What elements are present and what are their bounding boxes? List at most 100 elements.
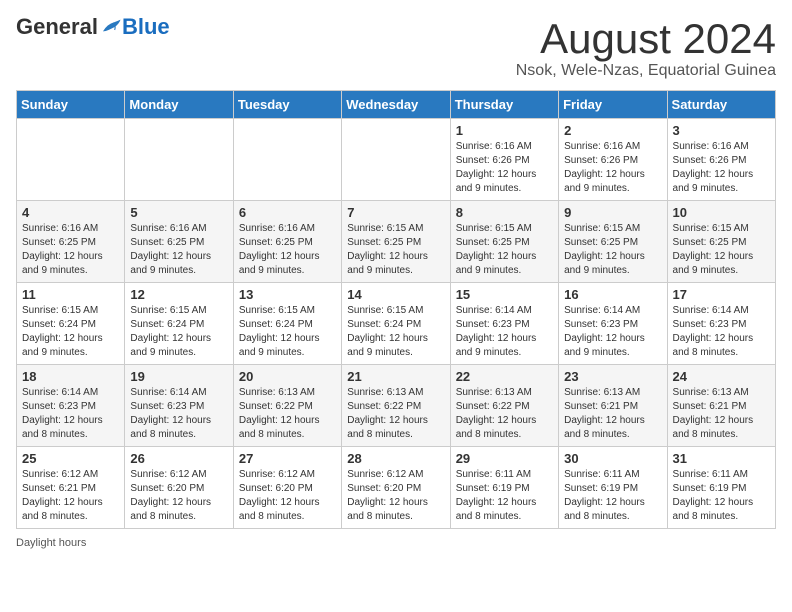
day-info: Sunrise: 6:16 AM Sunset: 6:25 PM Dayligh… [22, 222, 119, 278]
calendar-cell: 2 Sunrise: 6:16 AM Sunset: 6:26 PM Daylig… [559, 119, 667, 201]
day-number: 11 [22, 287, 119, 302]
day-number: 5 [130, 205, 227, 220]
day-number: 3 [673, 123, 770, 138]
calendar-cell: 14 Sunrise: 6:15 AM Sunset: 6:24 PM Dayli… [342, 283, 450, 365]
calendar-cell: 24Sunrise: 6:13 AM Sunset: 6:21 PM Dayli… [667, 365, 775, 447]
day-number: 14 [347, 287, 444, 302]
calendar-cell: 10Sunrise: 6:15 AM Sunset: 6:25 PM Dayli… [667, 201, 775, 283]
day-number: 10 [673, 205, 770, 220]
day-number: 19 [130, 369, 227, 384]
footer-note: Daylight hours [16, 537, 776, 549]
day-number: 28 [347, 451, 444, 466]
day-number: 31 [673, 451, 770, 466]
day-number: 29 [456, 451, 553, 466]
day-info: Sunrise: 6:12 AM Sunset: 6:20 PM Dayligh… [347, 468, 444, 524]
calendar-cell: 6 Sunrise: 6:16 AM Sunset: 6:25 PM Daylig… [233, 201, 341, 283]
day-info: Sunrise: 6:15 AM Sunset: 6:25 PM Dayligh… [456, 222, 553, 278]
calendar-cell [342, 119, 450, 201]
day-info: Sunrise: 6:15 AM Sunset: 6:25 PM Dayligh… [347, 222, 444, 278]
calendar-cell: 11 Sunrise: 6:15 AM Sunset: 6:24 PM Dayli… [17, 283, 125, 365]
week-row-3: 11 Sunrise: 6:15 AM Sunset: 6:24 PM Dayli… [17, 283, 776, 365]
calendar-cell: 17 Sunrise: 6:14 AM Sunset: 6:23 PM Dayli… [667, 283, 775, 365]
calendar-cell: 5 Sunrise: 6:16 AM Sunset: 6:25 PM Daylig… [125, 201, 233, 283]
title-section: August 2024 Nsok, Wele-Nzas, Equatorial … [516, 16, 776, 80]
day-number: 7 [347, 205, 444, 220]
day-info: Sunrise: 6:12 AM Sunset: 6:20 PM Dayligh… [130, 468, 227, 524]
day-number: 6 [239, 205, 336, 220]
day-number: 25 [22, 451, 119, 466]
calendar-cell: 3 Sunrise: 6:16 AM Sunset: 6:26 PM Daylig… [667, 119, 775, 201]
day-info: Sunrise: 6:16 AM Sunset: 6:26 PM Dayligh… [564, 140, 661, 196]
calendar-cell: 30Sunrise: 6:11 AM Sunset: 6:19 PM Dayli… [559, 447, 667, 529]
day-info: Sunrise: 6:14 AM Sunset: 6:23 PM Dayligh… [22, 386, 119, 442]
calendar-cell: 13 Sunrise: 6:15 AM Sunset: 6:24 PM Dayli… [233, 283, 341, 365]
calendar-cell: 23Sunrise: 6:13 AM Sunset: 6:21 PM Dayli… [559, 365, 667, 447]
week-row-2: 4 Sunrise: 6:16 AM Sunset: 6:25 PM Daylig… [17, 201, 776, 283]
weekday-header-monday: Monday [125, 91, 233, 119]
day-info: Sunrise: 6:15 AM Sunset: 6:24 PM Dayligh… [239, 304, 336, 360]
calendar-cell: 25 Sunrise: 6:12 AM Sunset: 6:21 PM Dayli… [17, 447, 125, 529]
calendar-cell: 19Sunrise: 6:14 AM Sunset: 6:23 PM Dayli… [125, 365, 233, 447]
day-number: 21 [347, 369, 444, 384]
calendar-cell [233, 119, 341, 201]
day-number: 24 [673, 369, 770, 384]
page-title: August 2024 [516, 16, 776, 62]
header: General Blue August 2024 Nsok, Wele-Nzas… [16, 16, 776, 80]
week-row-5: 25 Sunrise: 6:12 AM Sunset: 6:21 PM Dayli… [17, 447, 776, 529]
day-info: Sunrise: 6:14 AM Sunset: 6:23 PM Dayligh… [456, 304, 553, 360]
day-number: 27 [239, 451, 336, 466]
calendar-cell [17, 119, 125, 201]
day-number: 9 [564, 205, 661, 220]
day-info: Sunrise: 6:13 AM Sunset: 6:22 PM Dayligh… [347, 386, 444, 442]
calendar-cell: 8 Sunrise: 6:15 AM Sunset: 6:25 PM Daylig… [450, 201, 558, 283]
logo: General Blue [16, 16, 170, 38]
calendar-cell: 9 Sunrise: 6:15 AM Sunset: 6:25 PM Daylig… [559, 201, 667, 283]
day-info: Sunrise: 6:14 AM Sunset: 6:23 PM Dayligh… [673, 304, 770, 360]
day-info: Sunrise: 6:14 AM Sunset: 6:23 PM Dayligh… [564, 304, 661, 360]
calendar-cell: 20Sunrise: 6:13 AM Sunset: 6:22 PM Dayli… [233, 365, 341, 447]
weekday-header-row: SundayMondayTuesdayWednesdayThursdayFrid… [17, 91, 776, 119]
calendar-cell: 28 Sunrise: 6:12 AM Sunset: 6:20 PM Dayli… [342, 447, 450, 529]
day-number: 15 [456, 287, 553, 302]
day-info: Sunrise: 6:15 AM Sunset: 6:24 PM Dayligh… [22, 304, 119, 360]
calendar-cell: 21 Sunrise: 6:13 AM Sunset: 6:22 PM Dayli… [342, 365, 450, 447]
calendar-cell [125, 119, 233, 201]
day-info: Sunrise: 6:11 AM Sunset: 6:19 PM Dayligh… [673, 468, 770, 524]
calendar-table: SundayMondayTuesdayWednesdayThursdayFrid… [16, 90, 776, 529]
weekday-header-friday: Friday [559, 91, 667, 119]
day-number: 8 [456, 205, 553, 220]
day-number: 13 [239, 287, 336, 302]
calendar-cell: 1Sunrise: 6:16 AM Sunset: 6:26 PM Daylig… [450, 119, 558, 201]
calendar-cell: 15 Sunrise: 6:14 AM Sunset: 6:23 PM Dayli… [450, 283, 558, 365]
day-info: Sunrise: 6:11 AM Sunset: 6:19 PM Dayligh… [456, 468, 553, 524]
weekday-header-thursday: Thursday [450, 91, 558, 119]
calendar-cell: 16Sunrise: 6:14 AM Sunset: 6:23 PM Dayli… [559, 283, 667, 365]
day-info: Sunrise: 6:15 AM Sunset: 6:25 PM Dayligh… [564, 222, 661, 278]
day-number: 2 [564, 123, 661, 138]
calendar-cell: 4 Sunrise: 6:16 AM Sunset: 6:25 PM Daylig… [17, 201, 125, 283]
day-info: Sunrise: 6:16 AM Sunset: 6:25 PM Dayligh… [239, 222, 336, 278]
day-info: Sunrise: 6:16 AM Sunset: 6:26 PM Dayligh… [673, 140, 770, 196]
weekday-header-sunday: Sunday [17, 91, 125, 119]
day-number: 20 [239, 369, 336, 384]
day-info: Sunrise: 6:15 AM Sunset: 6:24 PM Dayligh… [130, 304, 227, 360]
day-info: Sunrise: 6:12 AM Sunset: 6:21 PM Dayligh… [22, 468, 119, 524]
calendar-cell: 31 Sunrise: 6:11 AM Sunset: 6:19 PM Dayli… [667, 447, 775, 529]
weekday-header-tuesday: Tuesday [233, 91, 341, 119]
day-info: Sunrise: 6:15 AM Sunset: 6:24 PM Dayligh… [347, 304, 444, 360]
day-info: Sunrise: 6:13 AM Sunset: 6:22 PM Dayligh… [456, 386, 553, 442]
weekday-header-wednesday: Wednesday [342, 91, 450, 119]
day-number: 30 [564, 451, 661, 466]
day-number: 12 [130, 287, 227, 302]
calendar-cell: 7 Sunrise: 6:15 AM Sunset: 6:25 PM Daylig… [342, 201, 450, 283]
day-info: Sunrise: 6:12 AM Sunset: 6:20 PM Dayligh… [239, 468, 336, 524]
week-row-1: 1Sunrise: 6:16 AM Sunset: 6:26 PM Daylig… [17, 119, 776, 201]
day-number: 26 [130, 451, 227, 466]
page-subtitle: Nsok, Wele-Nzas, Equatorial Guinea [516, 62, 776, 80]
day-info: Sunrise: 6:16 AM Sunset: 6:25 PM Dayligh… [130, 222, 227, 278]
day-number: 18 [22, 369, 119, 384]
calendar-cell: 22Sunrise: 6:13 AM Sunset: 6:22 PM Dayli… [450, 365, 558, 447]
day-number: 4 [22, 205, 119, 220]
week-row-4: 18 Sunrise: 6:14 AM Sunset: 6:23 PM Dayli… [17, 365, 776, 447]
day-number: 17 [673, 287, 770, 302]
